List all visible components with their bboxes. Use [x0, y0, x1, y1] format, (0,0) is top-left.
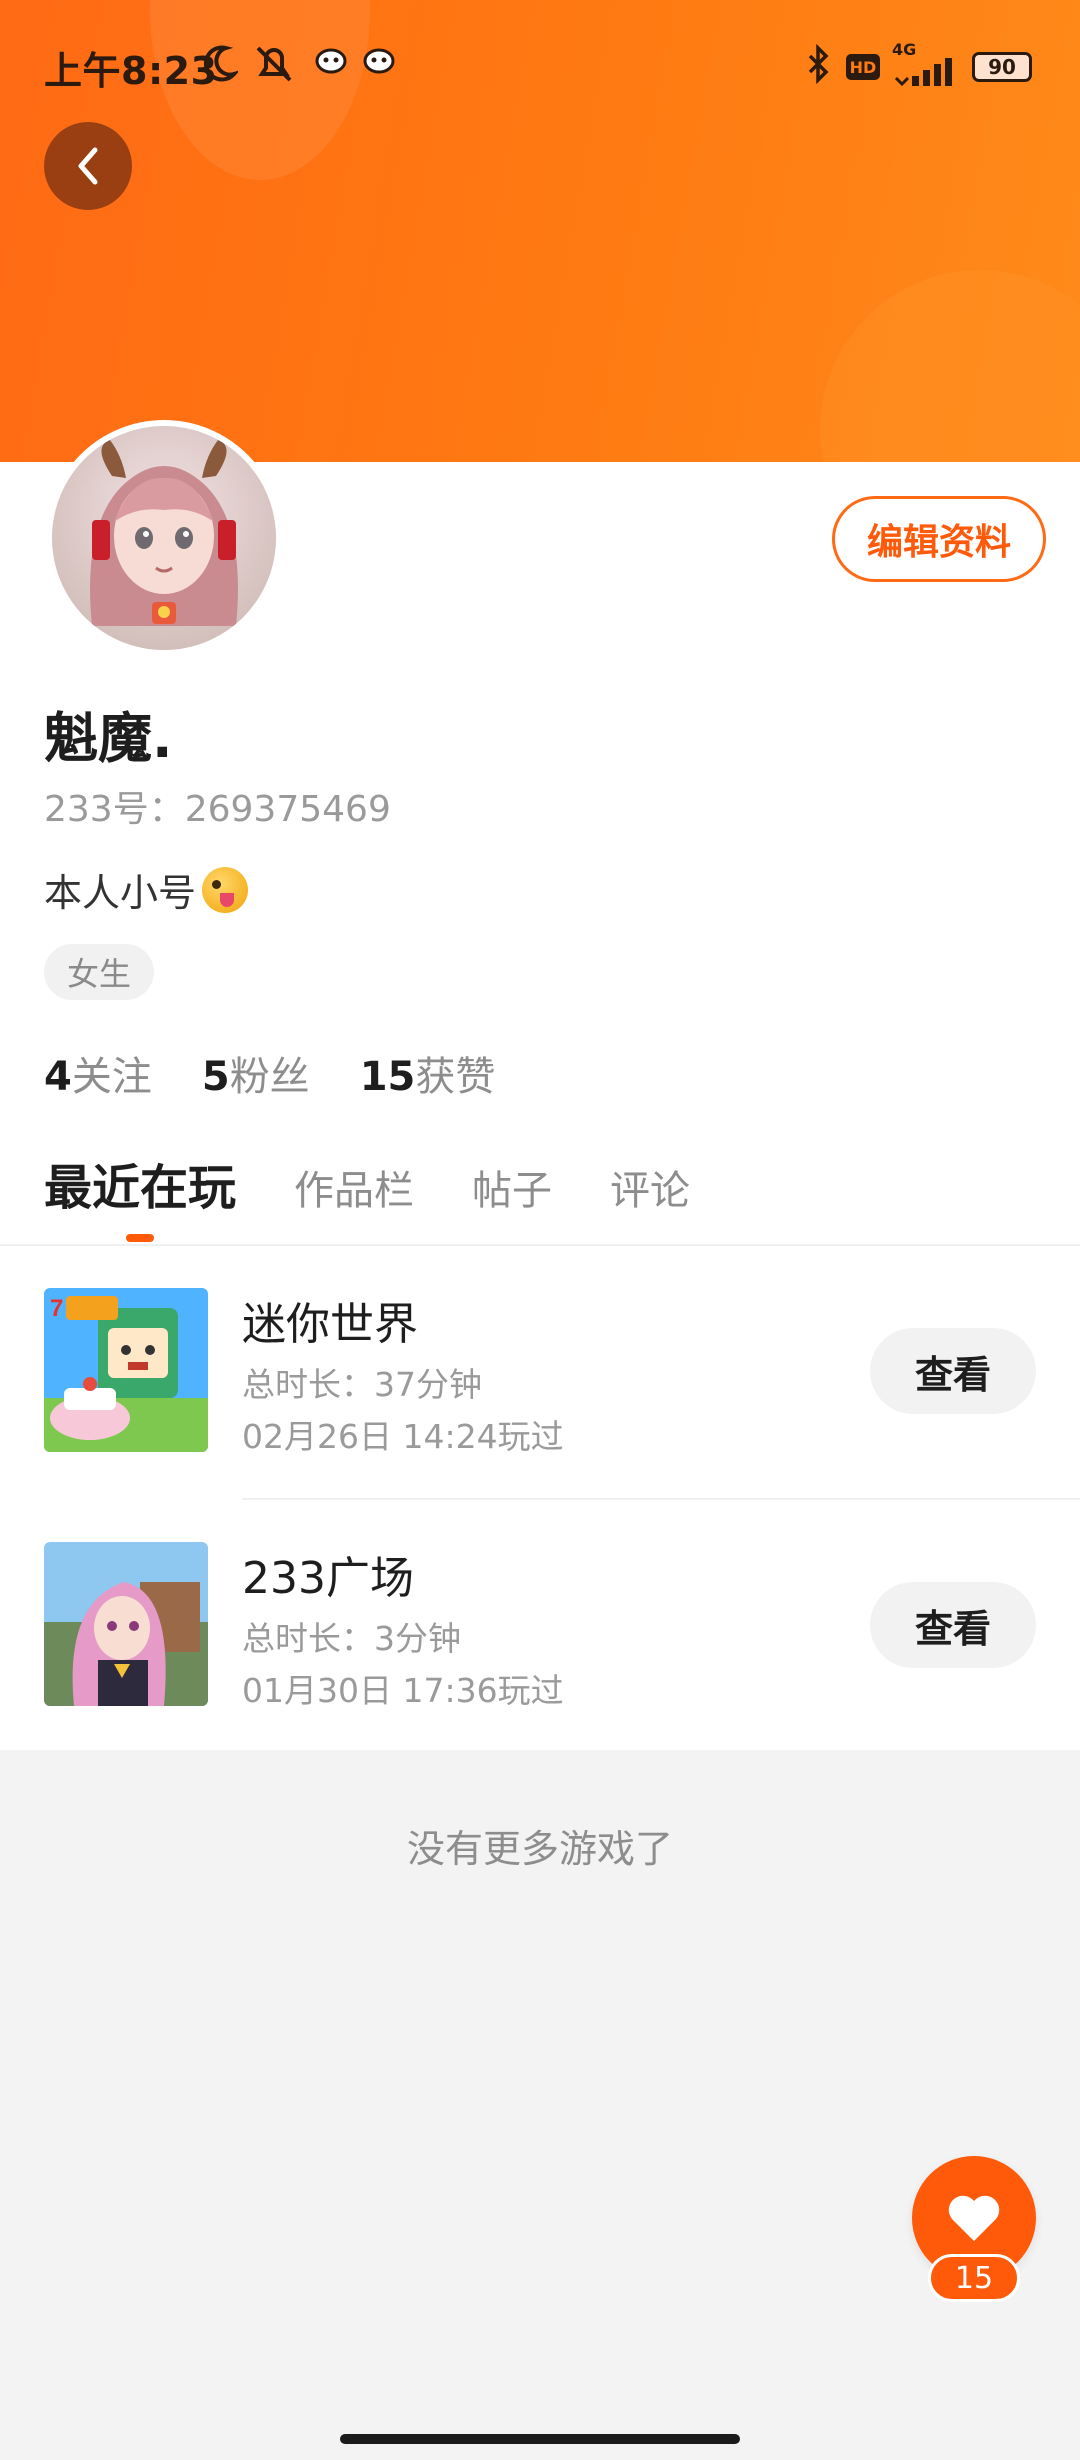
view-game-button[interactable]: 查看 — [870, 1328, 1036, 1414]
stat-count: 5 — [201, 1054, 230, 1100]
battery-indicator: 90 — [972, 52, 1032, 82]
game-last-played: 01月30日 17:36玩过 — [242, 1671, 564, 1710]
back-button[interactable] — [44, 122, 132, 210]
tab-recently-played[interactable]: 最近在玩 — [44, 1148, 236, 1218]
profile-page: 上午8:23 HD 4G 90 编辑资料 魁魔. 233号：269375469 … — [0, 0, 1080, 2460]
mute-bell-icon — [256, 46, 292, 82]
status-bar: 上午8:23 HD 4G 90 — [0, 0, 1080, 136]
game-title: 233广场 — [242, 1553, 414, 1604]
tab-works[interactable]: 作品栏 — [294, 1158, 414, 1216]
stat-followers[interactable]: 5粉丝 — [202, 1044, 310, 1102]
game-thumbnail — [44, 1542, 208, 1706]
edit-profile-button[interactable]: 编辑资料 — [832, 496, 1046, 582]
stat-count: 15 — [359, 1054, 416, 1100]
profile-tabs: 最近在玩 作品栏 帖子 评论 — [44, 1148, 748, 1218]
profile-stats: 4关注 5粉丝 15获赞 — [44, 1044, 495, 1102]
tab-comments[interactable]: 评论 — [610, 1158, 690, 1216]
signal-strength-icon — [894, 58, 952, 86]
moon-icon — [203, 45, 238, 82]
stat-count: 4 — [44, 1054, 72, 1100]
svg-text:7: 7 — [50, 1295, 63, 1322]
avatar[interactable] — [46, 420, 282, 656]
bio-text: 本人小号 — [44, 871, 197, 915]
username: 魁魔. — [44, 707, 173, 770]
list-item[interactable]: 233广场 总时长：3分钟 01月30日 17:36玩过 查看 — [0, 1542, 1080, 1796]
user-bio: 本人小号 — [44, 862, 249, 917]
no-more-games-text: 没有更多游戏了 — [406, 1827, 673, 1871]
bluetooth-icon — [808, 44, 829, 84]
stat-label: 关注 — [71, 1054, 152, 1100]
game-duration: 总时长：3分钟 — [242, 1619, 461, 1658]
app-notification-icon — [363, 48, 395, 74]
game-duration: 总时长：37分钟 — [242, 1365, 482, 1404]
profile-header-banner: 上午8:23 HD 4G 90 — [0, 0, 1080, 462]
chevron-left-icon — [78, 147, 98, 185]
hd-badge: HD — [846, 54, 880, 80]
heart-icon — [948, 2195, 1000, 2241]
like-count-badge: 15 — [928, 2254, 1020, 2302]
avatar-image — [52, 426, 276, 650]
stat-label: 粉丝 — [229, 1054, 310, 1100]
stat-following[interactable]: 4关注 — [44, 1044, 152, 1102]
game-title: 迷你世界 — [242, 1299, 418, 1350]
stat-label: 获赞 — [415, 1054, 496, 1100]
tab-posts[interactable]: 帖子 — [472, 1158, 552, 1216]
game-last-played: 02月26日 14:24玩过 — [242, 1417, 564, 1456]
stat-likes[interactable]: 15获赞 — [360, 1044, 496, 1102]
divider — [0, 1244, 1080, 1246]
view-game-button[interactable]: 查看 — [870, 1582, 1036, 1668]
tongue-wink-emoji-icon — [202, 866, 249, 913]
list-item[interactable]: 7 迷你世界 总时长：37分钟 02月26日 14:24玩过 查看 — [0, 1288, 1080, 1542]
user-id: 233号：269375469 — [44, 789, 391, 830]
app-notification-icon — [315, 48, 347, 74]
game-thumbnail: 7 — [44, 1288, 208, 1452]
active-tab-indicator — [126, 1234, 154, 1242]
status-time: 上午8:23 — [44, 49, 218, 93]
divider — [242, 1498, 1080, 1500]
home-indicator[interactable] — [340, 2434, 740, 2444]
gender-tag: 女生 — [44, 944, 154, 1000]
